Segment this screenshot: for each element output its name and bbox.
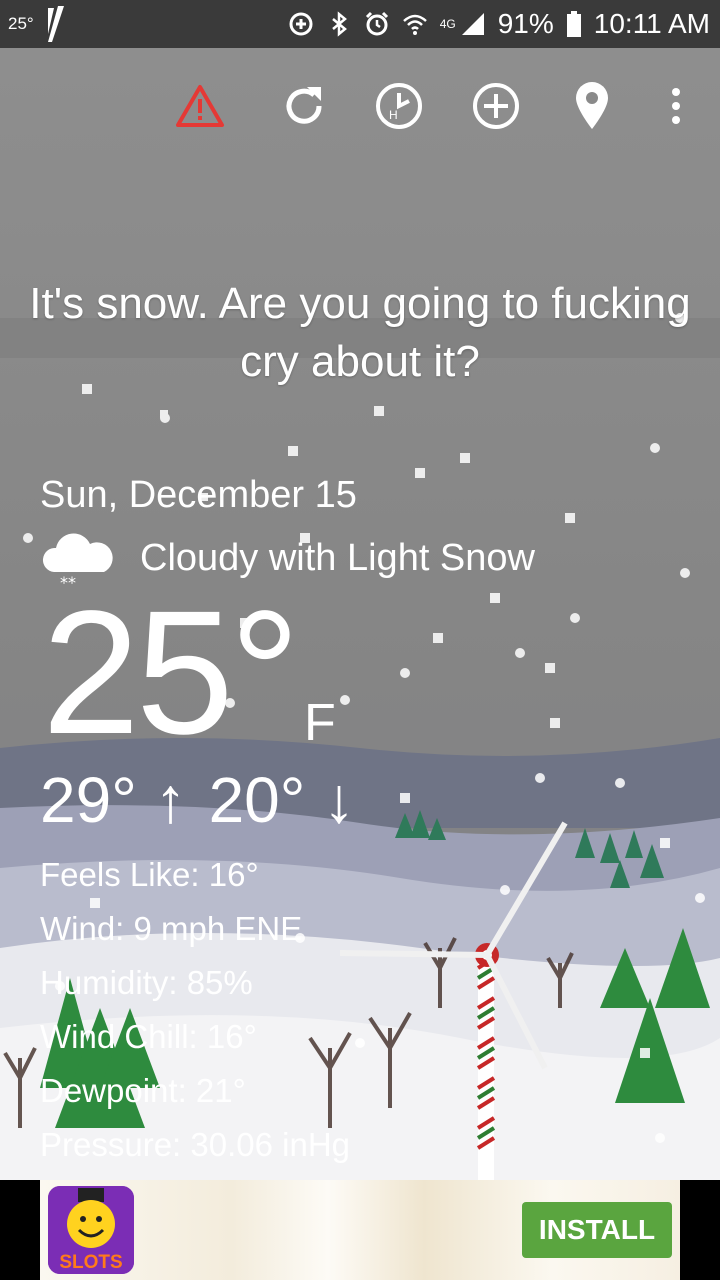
- status-icons: 4G 91% 10:11 AM: [288, 0, 710, 48]
- svg-text:H: H: [389, 108, 398, 122]
- location-pin-icon: [576, 82, 608, 129]
- status-bar: 25° 4G 91% 10:11 AM: [0, 0, 720, 48]
- alarm-icon: [365, 11, 388, 36]
- wind: Wind: 9 mph ENE: [40, 910, 303, 947]
- install-button[interactable]: INSTALL: [522, 1202, 672, 1258]
- low-temperature: 20° ↓: [208, 764, 356, 836]
- feels-like: Feels Like: 16°: [40, 856, 259, 893]
- temperature-unit: F: [304, 694, 336, 752]
- network-type: 4G: [439, 17, 456, 31]
- data-saver-icon: [289, 12, 313, 36]
- alert-button[interactable]: [172, 78, 228, 134]
- hourly-clock-icon: H: [376, 83, 422, 129]
- hourly-button[interactable]: H: [371, 78, 427, 134]
- battery-icon: [566, 11, 581, 37]
- overflow-menu-button[interactable]: [660, 78, 692, 134]
- humidity: Humidity: 85%: [40, 964, 253, 1001]
- app-logo-icon: [48, 6, 64, 42]
- weather-details: Feels Like: 16° Wind: 9 mph ENE Humidity…: [40, 848, 350, 1172]
- current-temperature: 25°: [42, 575, 300, 771]
- slots-app-icon[interactable]: SLOTS: [48, 1186, 134, 1274]
- battery-percent: 91%: [497, 8, 554, 39]
- slots-smiley-icon: SLOTS: [48, 1186, 134, 1274]
- weather-headline: It's snow. Are you going to fucking cry …: [29, 279, 691, 386]
- forecast-date: Sun, December 15: [40, 474, 357, 516]
- ad-banner[interactable]: SLOTS INSTALL: [0, 1180, 720, 1280]
- clock-time: 10:11 AM: [593, 8, 710, 39]
- wifi-icon: [402, 14, 427, 35]
- high-temperature: 29° ↑: [40, 764, 187, 836]
- condition-text: Cloudy with Light Snow: [140, 536, 535, 579]
- location-button[interactable]: [564, 78, 620, 134]
- refresh-button[interactable]: [276, 78, 332, 134]
- alert-icon: [176, 85, 224, 127]
- add-location-icon: [473, 83, 519, 129]
- overflow-menu-icon: [672, 88, 680, 124]
- toolbar: H: [0, 48, 720, 160]
- high-low-temperatures: 29° ↑ 20° ↓: [40, 760, 355, 840]
- status-temperature: 25°: [8, 14, 34, 33]
- pressure: Pressure: 30.06 inHg: [40, 1126, 351, 1163]
- dewpoint: Dewpoint: 21°: [40, 1072, 246, 1109]
- add-location-button[interactable]: [468, 78, 524, 134]
- slots-label: SLOTS: [59, 1252, 122, 1273]
- signal-icon: [461, 13, 484, 35]
- bluetooth-icon: [331, 11, 347, 37]
- refresh-icon: [286, 87, 322, 124]
- wind-chill: Wind Chill: 16°: [40, 1018, 257, 1055]
